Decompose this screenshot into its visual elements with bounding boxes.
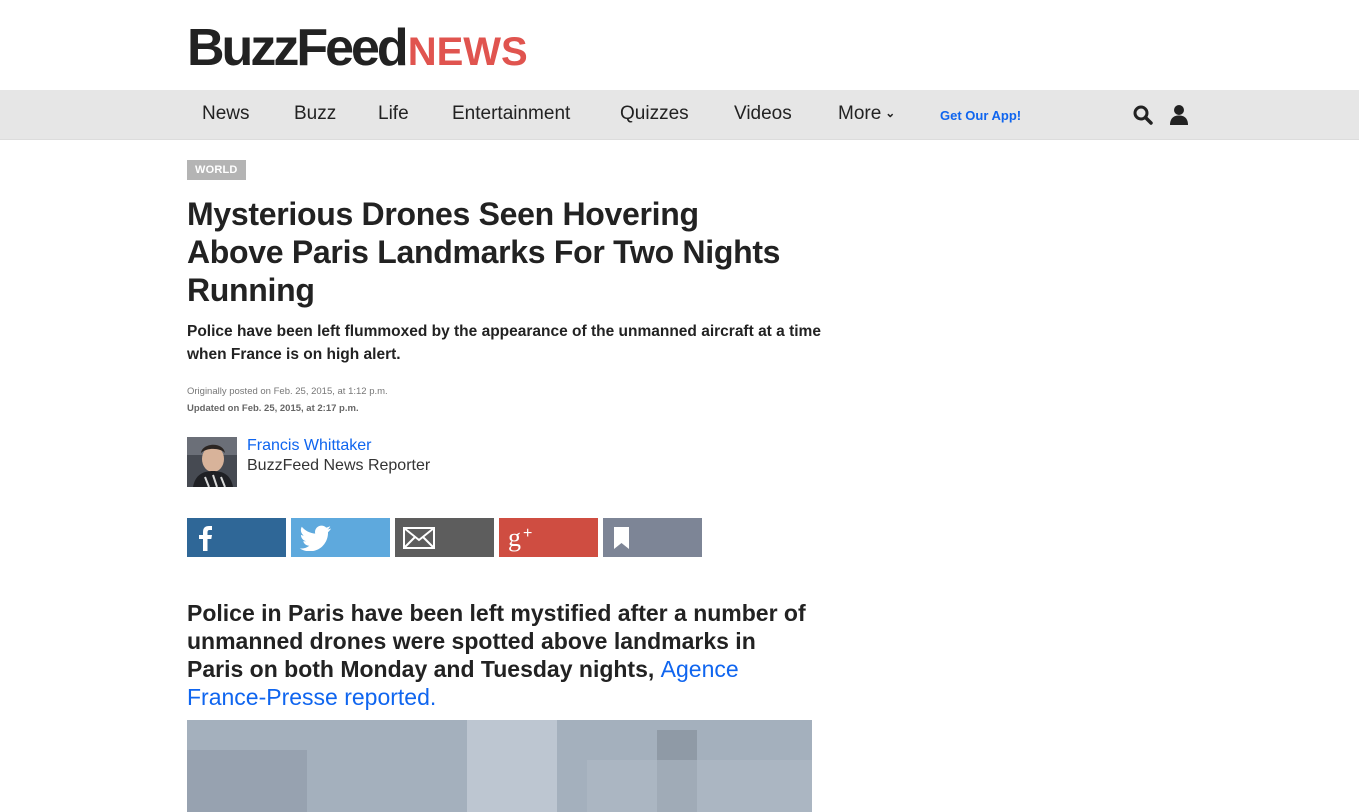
author-role: BuzzFeed News Reporter	[247, 457, 431, 474]
share-twitter-button[interactable]	[291, 518, 390, 557]
facebook-icon	[199, 525, 212, 551]
svg-text:g: g	[508, 524, 521, 552]
author-name[interactable]: Francis Whittaker	[247, 437, 371, 455]
share-bookmark-button[interactable]	[603, 518, 702, 557]
nav-more-label: More	[838, 103, 882, 124]
share-google-plus-button[interactable]: g +	[499, 518, 598, 557]
nav-item-news[interactable]: News	[202, 90, 250, 140]
section-tag[interactable]: WORLD	[187, 160, 246, 180]
chevron-down-icon: ⌄	[885, 106, 896, 120]
email-icon	[403, 526, 435, 549]
article-photo	[187, 720, 812, 812]
share-facebook-button[interactable]	[187, 518, 286, 557]
nav-item-more[interactable]: More ⌄	[838, 90, 895, 140]
main-nav: News Buzz Life Entertainment Quizzes Vid…	[0, 90, 1359, 140]
nav-item-videos[interactable]: Videos	[734, 90, 792, 140]
logo-section: NEWS	[407, 30, 528, 74]
search-icon[interactable]	[1132, 104, 1154, 126]
nav-item-quizzes[interactable]: Quizzes	[620, 90, 689, 140]
article-timestamps: Originally posted on Feb. 25, 2015, at 1…	[187, 383, 388, 417]
posted-date: Originally posted on Feb. 25, 2015, at 1…	[187, 386, 388, 397]
author-avatar[interactable]	[187, 437, 237, 487]
user-icon[interactable]	[1168, 104, 1190, 126]
google-plus-icon: g +	[508, 524, 532, 552]
logo-brand: BuzzFeed	[187, 19, 409, 77]
svg-text:+: +	[523, 525, 532, 542]
updated-date: Updated on Feb. 25, 2015, at 2:17 p.m.	[187, 403, 359, 414]
article-headline: Mysterious Drones Seen Hovering Above Pa…	[187, 196, 781, 308]
twitter-icon	[299, 525, 331, 551]
nav-item-entertainment[interactable]: Entertainment	[452, 90, 570, 140]
article-dek: Police have been left flummoxed by the a…	[187, 323, 821, 363]
bookmark-icon	[614, 526, 629, 549]
article-lead-paragraph: Police in Paris have been left mystified…	[187, 599, 817, 711]
share-email-button[interactable]	[395, 518, 494, 557]
buzzfeed-news-logo[interactable]: BuzzFeed NEWS	[187, 19, 528, 77]
nav-item-buzz[interactable]: Buzz	[294, 90, 336, 140]
nav-item-life[interactable]: Life	[378, 90, 409, 140]
get-app-link[interactable]: Get Our App!	[940, 90, 1021, 140]
